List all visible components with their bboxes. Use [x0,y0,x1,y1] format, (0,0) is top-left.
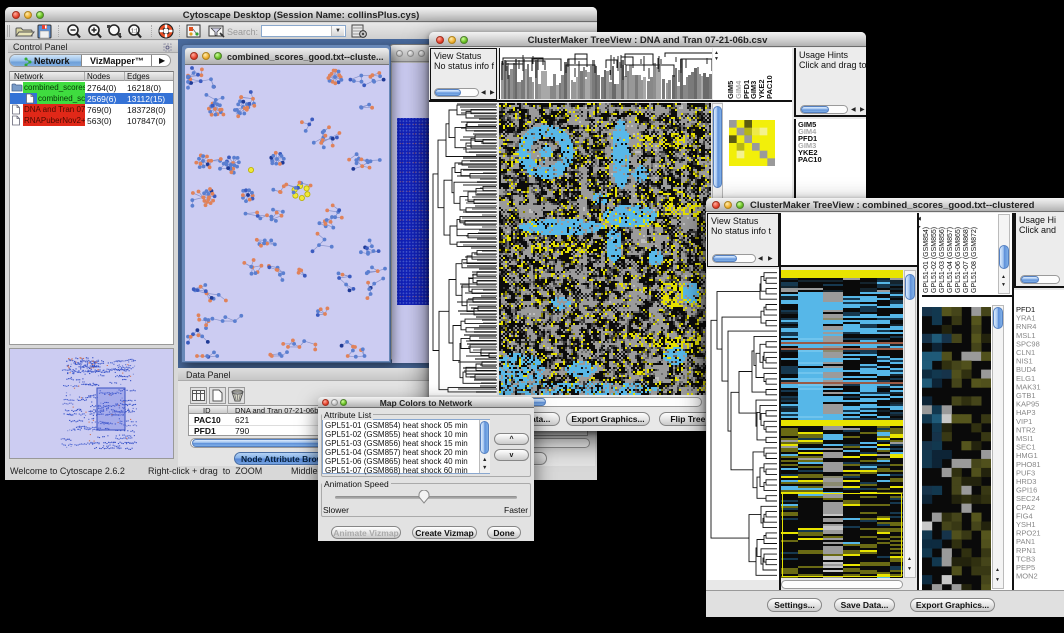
svg-text:GPL51-01 (GSM854): GPL51-01 (GSM854) [923,227,930,293]
svg-text:GPL51-04 (GSM857): GPL51-04 (GSM857) [947,227,954,293]
svg-text:1:1: 1:1 [131,29,138,35]
svg-text:GPL51-08 (GSM872): GPL51-08 (GSM872) [971,227,978,293]
svg-text:GPL51-02 (GSM855): GPL51-02 (GSM855) [931,227,938,293]
svg-text:GPL51-03 (GSM856): GPL51-03 (GSM856) [939,227,946,293]
svg-text:GPL51-06 (GSM865): GPL51-06 (GSM865) [955,227,962,293]
svg-text:MON2: MON2 [1016,572,1038,581]
svg-text:GPL51-07 (GSM868): GPL51-07 (GSM868) [963,227,970,293]
svg-text:PAC10: PAC10 [765,75,774,99]
